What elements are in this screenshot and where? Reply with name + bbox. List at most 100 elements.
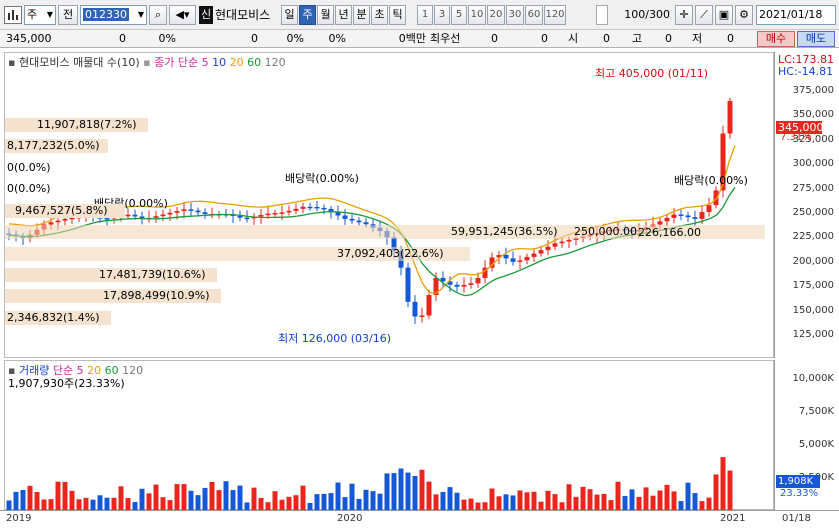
quote-ratio: 0% xyxy=(328,32,346,45)
legend-vma120: 120 xyxy=(122,364,144,377)
chevron-down-icon: ▼ xyxy=(137,10,144,19)
volume-bar xyxy=(216,490,222,511)
quote-priority-value: 0 xyxy=(491,32,498,45)
legend-ma120: 120 xyxy=(264,56,286,69)
quote-change: 0 xyxy=(119,32,126,45)
candle-body xyxy=(167,212,173,215)
candle-body xyxy=(265,213,271,216)
period-number-button[interactable]: 20 xyxy=(487,5,505,25)
volume-bar xyxy=(13,491,19,511)
candle-body xyxy=(300,206,306,209)
volume-bar xyxy=(34,492,40,511)
volume-profile-label: 11,907,818(7.2%) xyxy=(5,118,148,132)
price-y-tick: 200,000 xyxy=(792,255,834,267)
stock-name-label: 현대모비스 xyxy=(215,8,271,22)
period-mode-label: 전 xyxy=(62,8,74,21)
volume-bar xyxy=(657,490,663,511)
candle-body xyxy=(538,250,544,254)
volume-bar xyxy=(342,497,348,511)
current-volume-tag: 1,908K xyxy=(776,475,820,488)
legend-ma20: 20 xyxy=(229,56,244,69)
volume-bar xyxy=(587,489,593,511)
period-button[interactable]: 년 xyxy=(335,5,352,25)
buy-button[interactable]: 매수 xyxy=(757,31,795,47)
volume-bar xyxy=(566,484,572,511)
chart-type-icon[interactable] xyxy=(4,6,22,24)
period-mode-button[interactable]: 전 xyxy=(58,5,78,25)
volume-bar xyxy=(146,493,152,511)
candle-body xyxy=(727,100,733,134)
legend-ma10: 10 xyxy=(212,56,227,69)
candle-body xyxy=(566,239,572,242)
price-y-tick: 275,000 xyxy=(792,182,834,194)
volume-bar xyxy=(55,481,61,511)
period-number-button[interactable]: 60 xyxy=(525,5,543,25)
search-button[interactable]: ⌕ xyxy=(149,5,167,25)
period-number-button[interactable]: 1 xyxy=(417,5,433,25)
volume-bar xyxy=(664,484,670,511)
volume-bar xyxy=(139,488,145,511)
main-toolbar: 주 ▼ 전 012330 ▼ ⌕ ◀▾ 신 현대모비스 일주월년분초틱 1351… xyxy=(0,0,839,30)
volume-bar xyxy=(314,494,320,511)
candle-body xyxy=(321,207,327,210)
date-input[interactable]: 2021/01/18 xyxy=(756,5,836,25)
volume-bar xyxy=(629,489,635,511)
candle-body xyxy=(454,284,460,287)
volume-bar xyxy=(384,473,390,511)
price-y-axis[interactable]: 375,000 350,000 325,000 300,000 275,000 250,0… xyxy=(774,52,838,358)
sell-button[interactable]: 매도 xyxy=(797,31,835,47)
low-annotation: 최저 126,000 (03/16) xyxy=(278,332,392,345)
price-legend-title: 현대모비스 매물대 수(10) xyxy=(18,56,140,69)
sound-button[interactable]: ◀▾ xyxy=(169,5,196,25)
volume-bar xyxy=(370,491,376,511)
candle-body xyxy=(272,213,278,215)
volume-bar xyxy=(286,496,292,511)
crosshair-tool-button[interactable]: ✛ xyxy=(675,5,693,25)
volume-bar xyxy=(454,492,460,511)
period-number-button[interactable]: 5 xyxy=(451,5,467,25)
stock-name: 현대모비스 xyxy=(215,5,278,25)
period-number-button[interactable]: 30 xyxy=(506,5,524,25)
candle-body xyxy=(356,220,362,223)
candle-body xyxy=(104,218,110,220)
volume-bar xyxy=(426,481,432,511)
candle-body xyxy=(363,222,369,225)
drawing-tool-button[interactable]: ⟋ xyxy=(695,5,713,25)
period-button[interactable]: 분 xyxy=(353,5,370,25)
period-button[interactable]: 틱 xyxy=(389,5,406,25)
settings-button[interactable]: ⚙ xyxy=(735,5,753,25)
candle-body xyxy=(188,209,194,211)
period-button[interactable]: 일 xyxy=(281,5,298,25)
volume-bar xyxy=(643,487,649,511)
volume-bar xyxy=(727,470,733,511)
volume-bar xyxy=(650,495,656,511)
stock-code-input[interactable]: 012330 ▼ xyxy=(80,5,147,25)
save-button[interactable]: ▣ xyxy=(715,5,733,25)
candle-body xyxy=(685,215,691,218)
price-legend: ▪ 현대모비스 매물대 수(10) ▪ 종가 단순 5 10 20 60 120 xyxy=(8,54,286,70)
candle-body xyxy=(153,216,159,218)
market-selector[interactable]: 주 ▼ xyxy=(24,5,56,25)
period-number-button[interactable]: 10 xyxy=(468,5,486,25)
quote-high-label: 고 xyxy=(632,32,643,45)
candle-body xyxy=(139,216,145,219)
legend-ma60: 60 xyxy=(247,56,262,69)
candle-body xyxy=(349,218,355,221)
volume-bar xyxy=(153,484,159,511)
candle-body xyxy=(461,285,467,287)
period-button[interactable]: 주 xyxy=(299,5,316,25)
period-number-button[interactable]: 120 xyxy=(544,5,566,25)
volume-bar xyxy=(209,481,215,511)
volume-bar xyxy=(104,497,110,511)
search-icon: ⌕ xyxy=(154,8,162,21)
period-button[interactable]: 월 xyxy=(317,5,334,25)
candle-body xyxy=(426,295,432,316)
volume-bar xyxy=(496,496,502,511)
volume-bar xyxy=(531,491,537,511)
gear-icon: ⚙ xyxy=(739,8,749,21)
volume-bar xyxy=(69,490,75,511)
period-button[interactable]: 초 xyxy=(371,5,388,25)
volume-bar xyxy=(545,490,551,511)
period-number-button[interactable]: 3 xyxy=(434,5,450,25)
count-input[interactable] xyxy=(596,5,608,25)
